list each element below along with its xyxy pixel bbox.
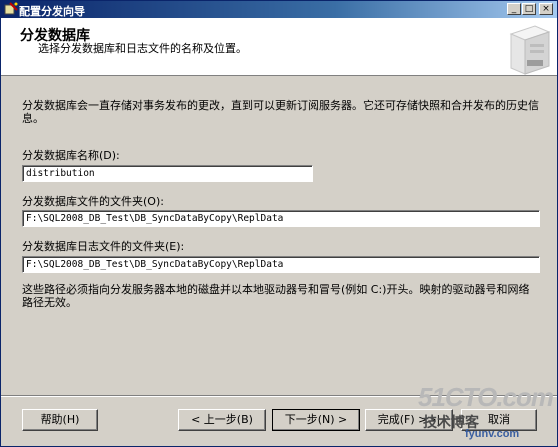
- minimize-button[interactable]: _: [507, 3, 521, 15]
- log-folder-label: 分发数据库日志文件的文件夹(E):: [22, 240, 185, 253]
- help-button[interactable]: 帮助(H): [22, 409, 98, 431]
- window-title: 配置分发向导: [19, 5, 85, 18]
- wizard-body: 分发数据库会一直存储对事务发布的更改，直到可以更新订阅服务器。它还可存储快照和合…: [1, 77, 557, 395]
- cancel-button[interactable]: 取消: [461, 409, 537, 431]
- wizard-window: 配置分发向导 _ □ × 分发数据库 选择分发数据库和日志文件的名称及位置。 分…: [0, 0, 558, 447]
- title-bar: 配置分发向导 _ □ ×: [1, 1, 557, 18]
- back-button[interactable]: < 上一步(B): [178, 409, 266, 431]
- data-folder-label: 分发数据库文件的文件夹(O):: [22, 195, 164, 208]
- close-button[interactable]: ×: [539, 3, 553, 15]
- wizard-app-icon: [4, 2, 18, 15]
- maximize-button[interactable]: □: [522, 3, 536, 15]
- path-note-text: 这些路径必须指向分发服务器本地的磁盘并以本地驱动器号和冒号(例如 C:)开头。映…: [22, 283, 530, 309]
- log-folder-field[interactable]: F:\SQL2008_DB_Test\DB_SyncDataByCopy\Rep…: [22, 256, 540, 273]
- next-button[interactable]: 下一步(N) >: [272, 409, 360, 431]
- db-name-field[interactable]: distribution: [22, 165, 313, 182]
- finish-button[interactable]: 完成(F) >>|: [365, 409, 453, 431]
- server-graphic-icon: [509, 25, 551, 75]
- wizard-header: 分发数据库 选择分发数据库和日志文件的名称及位置。: [1, 18, 557, 76]
- db-name-label: 分发数据库名称(D):: [22, 149, 120, 162]
- data-folder-field[interactable]: F:\SQL2008_DB_Test\DB_SyncDataByCopy\Rep…: [22, 210, 540, 227]
- page-subtitle: 选择分发数据库和日志文件的名称及位置。: [38, 42, 247, 55]
- wizard-footer: 帮助(H) < 上一步(B) 下一步(N) > 完成(F) >>| 取消: [1, 397, 557, 446]
- description-text: 分发数据库会一直存储对事务发布的更改，直到可以更新订阅服务器。它还可存储快照和合…: [22, 99, 539, 125]
